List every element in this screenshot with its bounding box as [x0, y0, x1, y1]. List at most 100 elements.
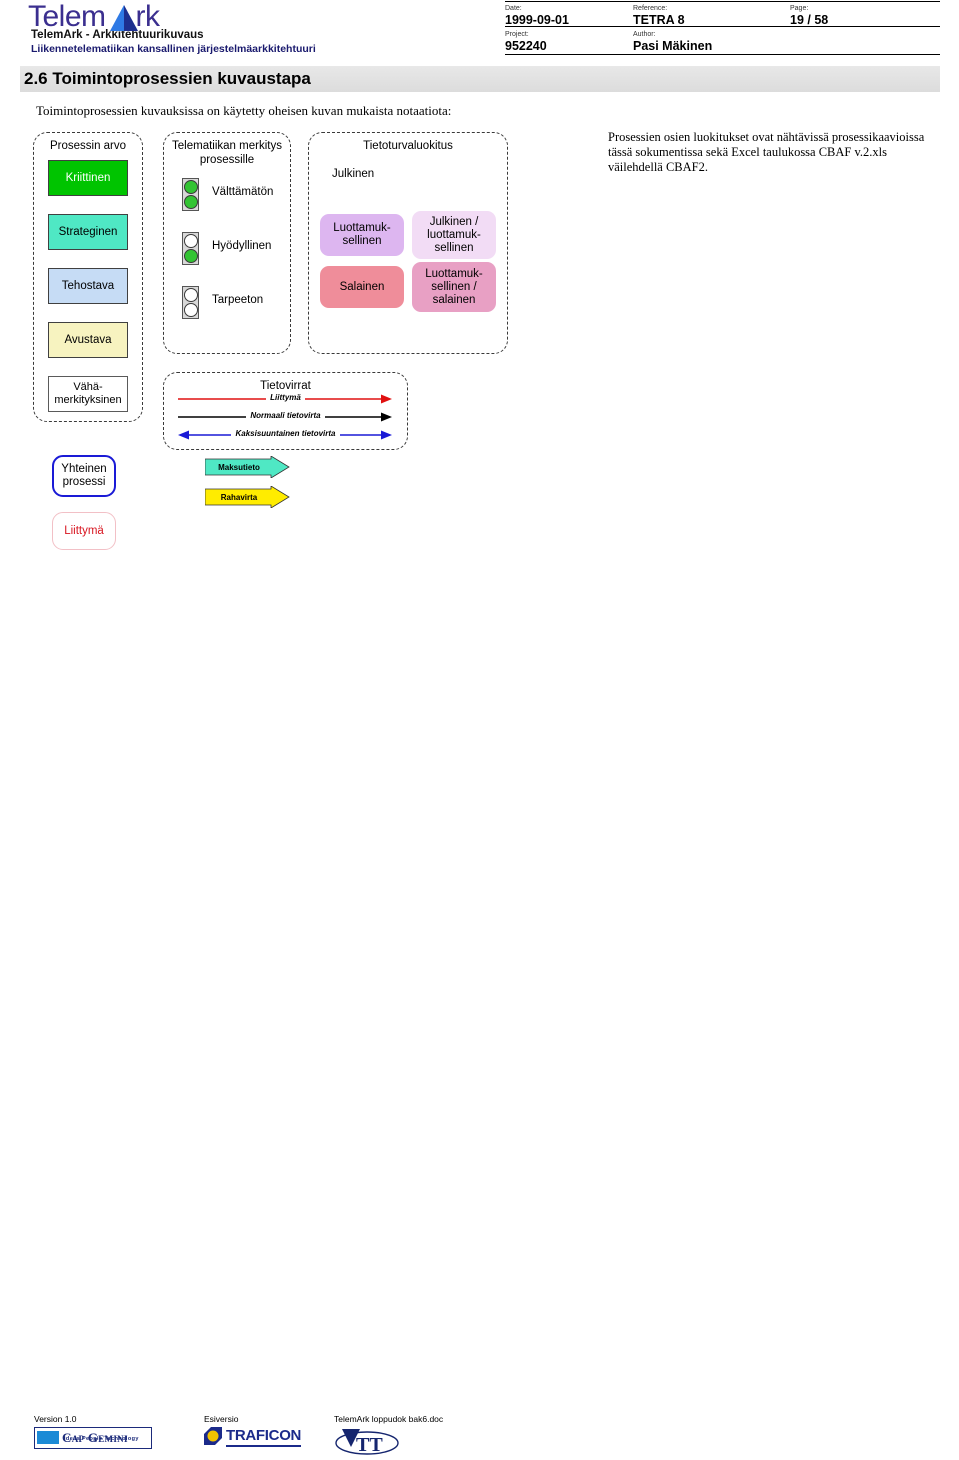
- legend-shape-liittyma-label: Liittymä: [64, 524, 104, 537]
- logo-wordmark-pre: Telem: [28, 0, 106, 33]
- legend-security-salainen-label: Salainen: [339, 280, 385, 293]
- metadata-reference-label: Reference:: [633, 5, 668, 12]
- legend-flow-kaksisuuntainen-label: Kaksisuuntainen tietovirta: [178, 428, 393, 440]
- metadata-author: Author: Pasi Mäkinen: [633, 30, 712, 53]
- legend-banner-maksutieto-label: Maksutieto: [218, 462, 260, 472]
- metadata-reference: Reference: TETRA 8: [633, 4, 685, 27]
- legend-flow-kaksisuuntainen-tietovirta: Kaksisuuntainen tietovirta: [178, 429, 393, 445]
- legend-row-hyodyllinen-label: Hyödyllinen: [212, 240, 272, 252]
- legend-group-telematics-title-line1: Telematiikan merkitys: [172, 140, 282, 152]
- legend-security-julkinen-luott-line1: Julkinen /: [429, 215, 479, 228]
- header-rule-top: [505, 1, 940, 2]
- pyramid-icon: [110, 5, 138, 31]
- legend-flow-normaali-tietovirta: Normaali tietovirta: [178, 411, 393, 427]
- legend-box-kriittinen: Kriittinen: [48, 160, 128, 196]
- legend-row-tarpeeton-label: Tarpeeton: [212, 294, 264, 306]
- legend-security-salainen: Salainen: [320, 266, 404, 308]
- vtt-logo: TT: [334, 1427, 400, 1456]
- legend-box-vahamerkityksinen-label-line2: merkityksinen: [54, 394, 122, 406]
- legend-group-security-title: Tietoturvaluokitus: [363, 140, 453, 152]
- legend-flow-normaali-tietovirta-label: Normaali tietovirta: [178, 410, 393, 422]
- legend-row-valttamaton-label: Välttämätön: [212, 186, 274, 198]
- intro-paragraph: Toimintoprosessien kuvauksissa on käytet…: [36, 103, 452, 118]
- logo-wordmark-post: rk: [135, 0, 161, 33]
- traffic-light-lamp-top: [183, 287, 198, 302]
- legend-box-tehostava: Tehostava: [48, 268, 128, 304]
- legend-shape-yhteinen-prosessi: Yhteinen prosessi: [52, 455, 116, 497]
- legend-security-julkinen-luott-line2: luottamuk-: [427, 228, 481, 241]
- legend-security-luottamuksellinen-line1: Luottamuk-: [333, 222, 391, 234]
- footer-document-caption: TelemArk loppudok bak6.doc: [334, 1414, 444, 1424]
- metadata-project: Project: 952240: [505, 30, 547, 53]
- legend-shape-yhteinen-line1: Yhteinen: [61, 463, 107, 475]
- legend-box-tehostava-label: Tehostava: [61, 279, 115, 292]
- traficon-mark-icon: [204, 1427, 222, 1445]
- side-note-paragraph: Prosessien osien luokitukset ovat nähtäv…: [608, 130, 925, 174]
- metadata-author-label: Author:: [633, 31, 656, 38]
- footer-esiversio-caption: Esiversio: [204, 1414, 239, 1424]
- metadata-project-value: 952240: [505, 39, 547, 53]
- legend-security-luott-salainen-line3: salainen: [432, 293, 476, 306]
- traffic-light-lamp-bottom: [183, 249, 198, 263]
- traffic-light-icon: [182, 232, 199, 265]
- legend-flow-liittyma-label: Liittymä: [178, 392, 393, 404]
- traffic-light-lamp-top: [183, 233, 198, 248]
- metadata-author-value: Pasi Mäkinen: [633, 39, 713, 53]
- metadata-reference-value: TETRA 8: [633, 13, 685, 27]
- legend-security-luott-salainen-line1: Luottamuk-: [425, 267, 483, 280]
- page-footer: Version 1.0 Cap Gemini ideas People Tech…: [0, 700, 959, 1456]
- legend-security-luottamuksellinen-line2: sellinen: [342, 235, 382, 247]
- legend-box-strateginen: Strateginen: [48, 214, 128, 250]
- legend-banner-rahavirta-label: Rahavirta: [220, 492, 258, 502]
- legend-flow-liittyma: Liittymä: [178, 393, 393, 409]
- legend-box-avustava-label: Avustava: [64, 333, 112, 346]
- metadata-row-2: Project: 952240 Author: Pasi Mäkinen: [505, 30, 940, 55]
- legend-group-data-flows-title: Tietovirrat: [260, 380, 311, 392]
- traffic-light-icon: [182, 178, 199, 211]
- page-header: Telem rk TelemArk - Arkkitehtuurikuvaus L…: [0, 0, 959, 56]
- legend-shape-yhteinen-line2: prosessi: [62, 476, 106, 488]
- metadata-date-value: 1999-09-01: [505, 13, 569, 27]
- metadata-project-label: Project:: [505, 31, 529, 38]
- traficon-logo-text: TRAFICON: [226, 1427, 301, 1447]
- logo-wordmark: Telem rk: [28, 2, 448, 32]
- legend-box-vahamerkityksinen: Vähä- merkityksinen: [48, 376, 128, 412]
- legend-shape-liittyma: Liittymä: [52, 512, 116, 550]
- legend-security-luottamuksellinen: Luottamuk- sellinen: [320, 214, 404, 256]
- legend-group-telematics-title-line2: prosessille: [199, 154, 255, 166]
- legend-security-luottamuksellinen-salainen: Luottamuk- sellinen / salainen: [412, 262, 496, 312]
- vtt-mark-icon: TT: [335, 1429, 399, 1456]
- legend-group-process-value-title: Prosessin arvo: [49, 140, 127, 152]
- metadata-page-value: 19 / 58: [790, 13, 829, 27]
- legend-box-vahamerkityksinen-label-line1: Vähä-: [73, 381, 103, 393]
- legend-group-telematics-title: Telematiikan merkitys prosessille: [164, 139, 290, 167]
- logo-subtitle-secondary: Liikennetelematiikan kansallinen järjest…: [31, 43, 316, 55]
- legend-security-julkinen-luott-line3: sellinen: [434, 241, 474, 254]
- legend-security-julkinen: Julkinen: [332, 168, 375, 180]
- traffic-light-lamp-bottom: [183, 303, 198, 317]
- traffic-light-lamp-top: [183, 179, 198, 194]
- metadata-page: Page: 19 / 58: [790, 4, 828, 27]
- metadata-date-label: Date:: [505, 5, 522, 12]
- metadata-date: Date: 1999-09-01: [505, 4, 569, 27]
- page-title: 2.6 Toimintoprosessien kuvaustapa: [24, 69, 311, 88]
- traficon-logo: TRAFICON: [204, 1427, 334, 1447]
- legend-banner-rahavirta: Rahavirta: [205, 486, 290, 508]
- legend-box-strateginen-label: Strateginen: [58, 225, 118, 238]
- footer-capgemini-block: Version 1.0 Cap Gemini ideas People Tech…: [34, 1414, 152, 1449]
- metadata-row-1: Date: 1999-09-01 Reference: TETRA 8 Page…: [505, 4, 940, 29]
- svg-text:TT: TT: [356, 1434, 383, 1455]
- legend-box-kriittinen-label: Kriittinen: [65, 171, 111, 184]
- metadata-page-label: Page:: [790, 5, 809, 12]
- footer-traficon-block: Esiversio TRAFICON: [204, 1414, 334, 1447]
- footer-version-caption: Version 1.0: [34, 1414, 77, 1424]
- telemark-logo: Telem rk TelemArk - Arkkitehtuurikuvaus L…: [28, 2, 448, 56]
- traffic-light-icon: [182, 286, 199, 319]
- footer-vtt-block: TelemArk loppudok bak6.doc TT: [334, 1414, 444, 1456]
- capgemini-swoosh-icon: [37, 1431, 59, 1444]
- legend-security-luott-salainen-line2: sellinen /: [431, 280, 477, 293]
- legend-banner-maksutieto: Maksutieto: [205, 456, 290, 478]
- traffic-light-lamp-bottom: [183, 195, 198, 209]
- capgemini-tagline: ideas People Technology: [64, 1436, 139, 1442]
- legend-box-avustava: Avustava: [48, 322, 128, 358]
